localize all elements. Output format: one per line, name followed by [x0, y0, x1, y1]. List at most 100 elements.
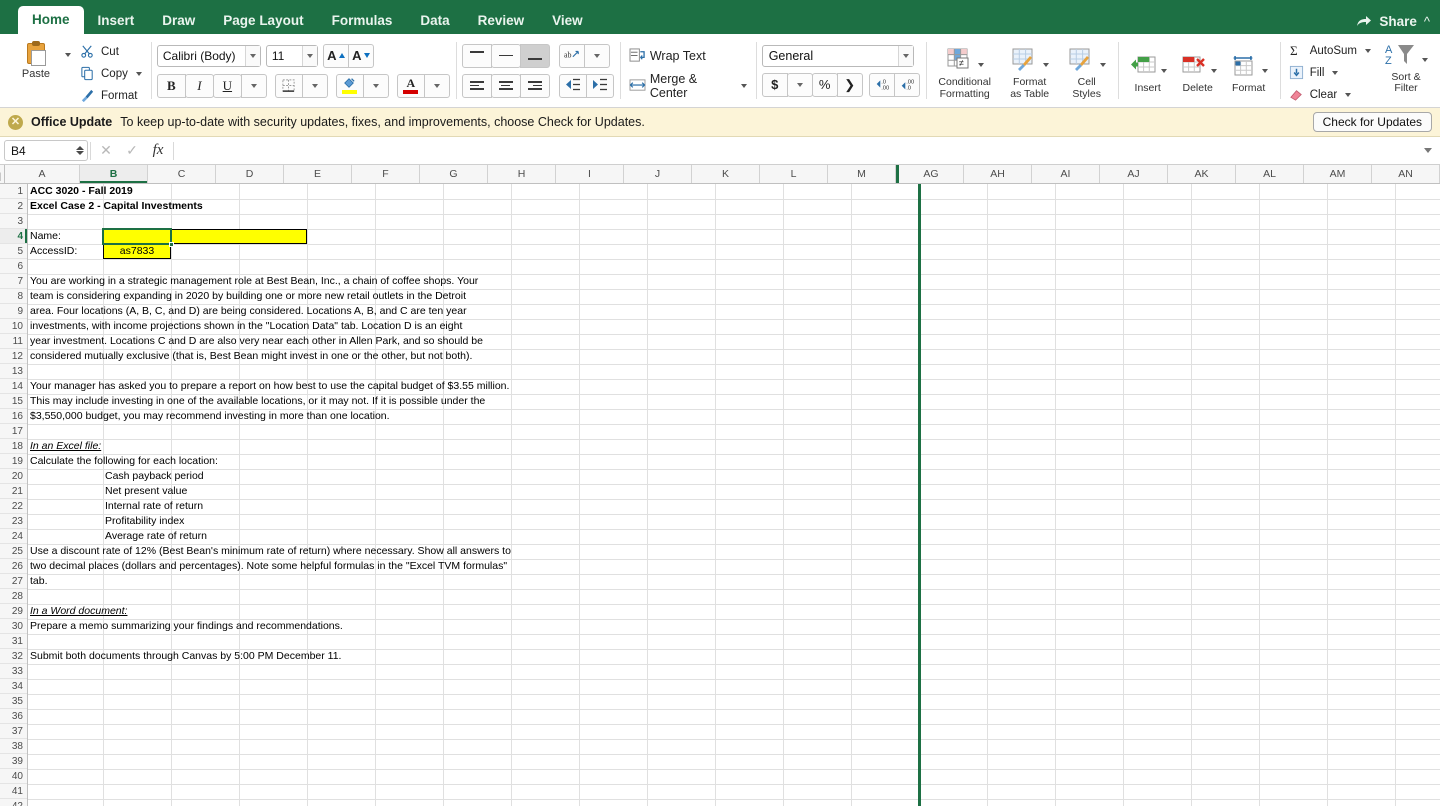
cell-B20[interactable]: Cash payback period	[103, 469, 204, 484]
row-header-19[interactable]: 19	[0, 454, 27, 469]
row-header-11[interactable]: 11	[0, 334, 27, 349]
cell-A10[interactable]: investments, with income projections sho…	[28, 319, 462, 334]
cell-B22[interactable]: Internal rate of return	[103, 499, 203, 514]
cell-A32[interactable]: Submit both documents through Canvas by …	[28, 649, 341, 664]
row-header-13[interactable]: 13	[0, 364, 27, 379]
font-color-button[interactable]: A	[396, 73, 425, 98]
tab-draw[interactable]: Draw	[148, 8, 209, 34]
share-control[interactable]: Share ^	[1356, 14, 1430, 29]
column-header-i[interactable]: I	[556, 165, 624, 183]
column-header-c[interactable]: C	[148, 165, 216, 183]
column-header-b[interactable]: B	[80, 165, 148, 183]
row-header-27[interactable]: 27	[0, 574, 27, 589]
copy-dropdown-icon[interactable]	[135, 71, 142, 76]
accounting-format-button[interactable]: $	[761, 72, 788, 97]
font-name-input[interactable]: Calibri (Body)	[156, 44, 261, 67]
cell-A15[interactable]: This may include investing in one of the…	[28, 394, 485, 409]
cell-A11[interactable]: year investment. Locations C and D are a…	[28, 334, 483, 349]
row-header-29[interactable]: 29	[0, 604, 27, 619]
cell-A9[interactable]: area. Four locations (A, B, C, and D) ar…	[28, 304, 467, 319]
row-header-9[interactable]: 9	[0, 304, 27, 319]
percent-format-button[interactable]: %	[811, 72, 838, 97]
decrease-font-size-button[interactable]: A	[347, 43, 374, 68]
decrease-decimal-button[interactable]: .00 .0	[893, 72, 920, 97]
comma-format-button[interactable]: ❯	[836, 72, 863, 97]
autosum-dropdown-icon[interactable]	[1365, 48, 1371, 53]
name-box-spinner-icon[interactable]	[76, 146, 84, 155]
delete-cells-dropdown-icon[interactable]	[1211, 68, 1218, 73]
column-header-an[interactable]: AN	[1372, 165, 1440, 183]
cell-A30[interactable]: Prepare a memo summarizing your findings…	[28, 619, 343, 634]
tab-insert[interactable]: Insert	[84, 8, 149, 34]
fill-dropdown-icon[interactable]	[1332, 70, 1339, 75]
name-box[interactable]: B4	[4, 140, 88, 161]
tab-view[interactable]: View	[538, 8, 597, 34]
column-header-ai[interactable]: AI	[1032, 165, 1100, 183]
cell-A8[interactable]: team is considering expanding in 2020 by…	[28, 289, 466, 304]
increase-font-size-button[interactable]: A	[322, 43, 349, 68]
row-header-38[interactable]: 38	[0, 739, 27, 754]
clear-button[interactable]: Clear	[1286, 84, 1374, 106]
underline-button[interactable]: U	[212, 73, 242, 98]
column-header-f[interactable]: F	[352, 165, 420, 183]
font-size-input[interactable]: 11	[265, 44, 318, 67]
cell-styles-dropdown-icon[interactable]	[1100, 63, 1107, 67]
align-top-button[interactable]	[461, 43, 492, 68]
orientation-dropdown-icon[interactable]	[583, 43, 610, 68]
row-header-6[interactable]: 6	[0, 259, 27, 274]
row-header-35[interactable]: 35	[0, 694, 27, 709]
number-format-dropdown-icon[interactable]	[897, 45, 913, 66]
align-middle-button[interactable]	[490, 43, 521, 68]
insert-function-button[interactable]: fx	[145, 142, 171, 159]
row-header-18[interactable]: 18	[0, 439, 27, 454]
row-header-41[interactable]: 41	[0, 784, 27, 799]
tab-review[interactable]: Review	[464, 8, 539, 34]
clear-dropdown-icon[interactable]	[1345, 92, 1352, 97]
align-bottom-button[interactable]	[519, 43, 550, 68]
row-header-5[interactable]: 5	[0, 244, 27, 259]
cell-area[interactable]: ACC 3020 - Fall 2019 Excel Case 2 - Capit…	[28, 184, 1440, 806]
row-header-2[interactable]: 2	[0, 199, 27, 214]
cell-A26[interactable]: two decimal places (dollars and percenta…	[28, 559, 507, 574]
row-header-39[interactable]: 39	[0, 754, 27, 769]
row-header-30[interactable]: 30	[0, 619, 27, 634]
column-header-aj[interactable]: AJ	[1100, 165, 1168, 183]
column-header-al[interactable]: AL	[1236, 165, 1304, 183]
row-header-36[interactable]: 36	[0, 709, 27, 724]
cell-A18[interactable]: In an Excel file:	[28, 439, 101, 454]
borders-dropdown-icon[interactable]	[301, 73, 328, 98]
align-right-button[interactable]	[519, 73, 550, 98]
copy-button[interactable]: Copy	[77, 63, 145, 85]
row-header-17[interactable]: 17	[0, 424, 27, 439]
row-header-22[interactable]: 22	[0, 499, 27, 514]
insert-cells-button[interactable]: Insert	[1124, 53, 1172, 95]
row-header-33[interactable]: 33	[0, 664, 27, 679]
align-left-button[interactable]	[461, 73, 492, 98]
row-header-14[interactable]: 14	[0, 379, 27, 394]
insert-cells-dropdown-icon[interactable]	[1161, 68, 1168, 73]
cell-styles-button[interactable]: Cell Styles	[1062, 47, 1112, 100]
formula-input[interactable]	[176, 137, 1440, 164]
row-header-16[interactable]: 16	[0, 409, 27, 424]
column-header-am[interactable]: AM	[1304, 165, 1372, 183]
format-cells-button[interactable]: Format	[1224, 53, 1274, 95]
row-header-40[interactable]: 40	[0, 769, 27, 784]
autosum-button[interactable]: Σ AutoSum	[1286, 40, 1374, 62]
font-name-dropdown-icon[interactable]	[244, 45, 260, 66]
column-header-k[interactable]: K	[692, 165, 760, 183]
column-header-ak[interactable]: AK	[1168, 165, 1236, 183]
bold-button[interactable]: B	[156, 73, 186, 98]
cancel-formula-button[interactable]: ✕	[93, 142, 119, 159]
column-header-e[interactable]: E	[284, 165, 352, 183]
expand-formula-bar-icon[interactable]	[1424, 148, 1432, 153]
cell-A5[interactable]: AccessID:	[28, 244, 77, 259]
column-header-a[interactable]: A	[5, 165, 80, 183]
row-header-31[interactable]: 31	[0, 634, 27, 649]
row-header-8[interactable]: 8	[0, 289, 27, 304]
check-for-updates-button[interactable]: Check for Updates	[1312, 112, 1432, 132]
row-header-3[interactable]: 3	[0, 214, 27, 229]
cell-A25[interactable]: Use a discount rate of 12% (Best Bean's …	[28, 544, 511, 559]
underline-dropdown-icon[interactable]	[240, 73, 267, 98]
row-header-32[interactable]: 32	[0, 649, 27, 664]
tab-home[interactable]: Home	[18, 6, 84, 34]
